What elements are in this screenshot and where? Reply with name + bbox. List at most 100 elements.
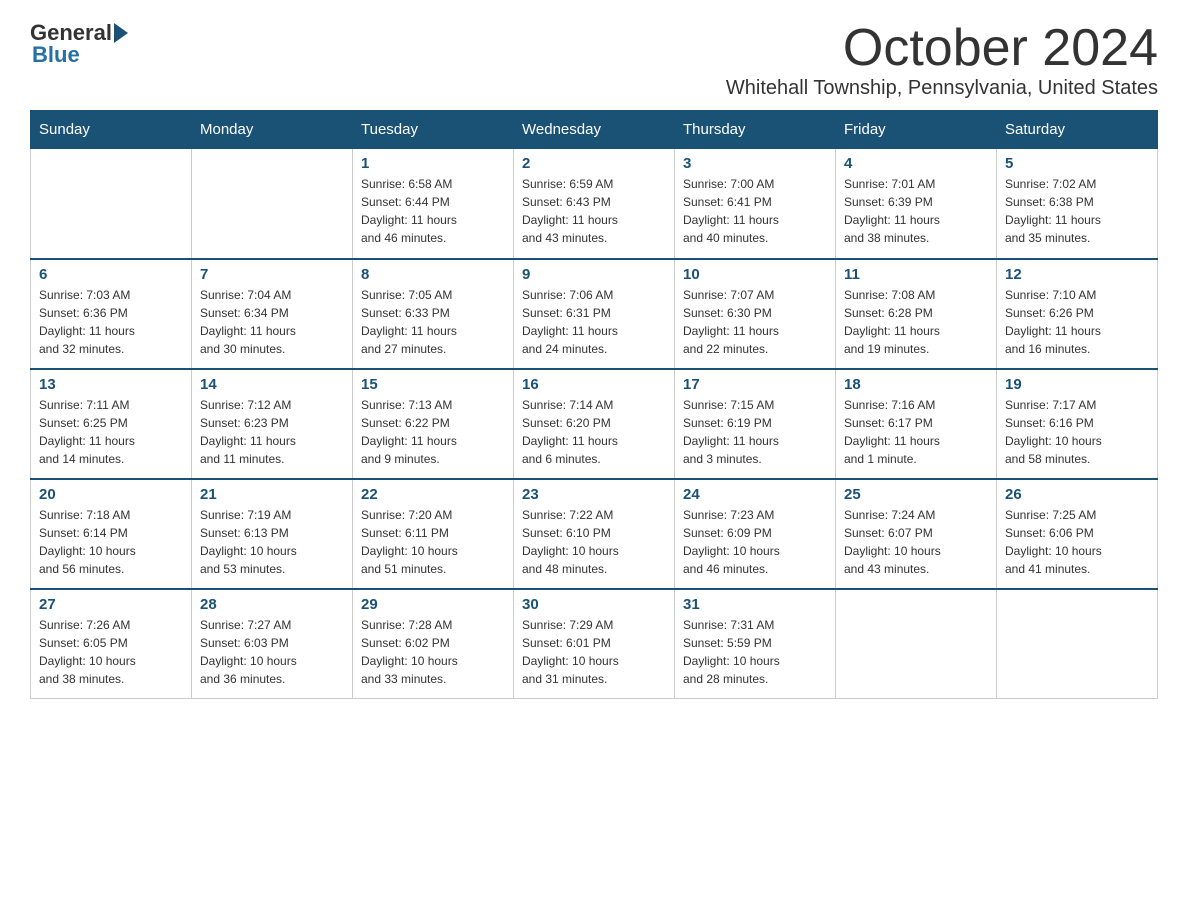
day-number: 19 bbox=[1005, 376, 1149, 393]
day-number: 5 bbox=[1005, 155, 1149, 172]
calendar-cell: 10Sunrise: 7:07 AMSunset: 6:30 PMDayligh… bbox=[675, 259, 836, 369]
calendar-week-row: 20 Sunrise: 7:18 AMSunset: 6:14 PMDayligh… bbox=[31, 479, 1158, 589]
page-header: General Blue October 2024 Whitehall Town… bbox=[30, 20, 1158, 100]
day-info: Sunrise: 7:16 AMSunset: 6:17 PMDaylight:… bbox=[844, 396, 988, 468]
calendar-cell: 25 Sunrise: 7:24 AMSunset: 6:07 PMDayligh… bbox=[836, 479, 997, 589]
calendar-cell: 6 Sunrise: 7:03 AMSunset: 6:36 PMDaylight… bbox=[31, 259, 192, 369]
calendar-cell: 19 Sunrise: 7:17 AMSunset: 6:16 PMDayligh… bbox=[997, 369, 1158, 479]
calendar-cell: 24 Sunrise: 7:23 AMSunset: 6:09 PMDayligh… bbox=[675, 479, 836, 589]
day-info: Sunrise: 7:23 AMSunset: 6:09 PMDaylight:… bbox=[683, 506, 827, 578]
day-number: 3 bbox=[683, 155, 827, 172]
day-info: Sunrise: 7:13 AMSunset: 6:22 PMDaylight:… bbox=[361, 396, 505, 468]
calendar-cell: 5Sunrise: 7:02 AMSunset: 6:38 PMDaylight… bbox=[997, 149, 1158, 259]
calendar-cell bbox=[192, 149, 353, 259]
calendar-cell: 17 Sunrise: 7:15 AMSunset: 6:19 PMDayligh… bbox=[675, 369, 836, 479]
day-number: 11 bbox=[844, 266, 988, 283]
day-number: 2 bbox=[522, 155, 666, 172]
title-block: October 2024 Whitehall Township, Pennsyl… bbox=[726, 20, 1158, 100]
calendar-cell: 30Sunrise: 7:29 AMSunset: 6:01 PMDayligh… bbox=[514, 589, 675, 699]
day-number: 4 bbox=[844, 155, 988, 172]
calendar-cell: 18 Sunrise: 7:16 AMSunset: 6:17 PMDayligh… bbox=[836, 369, 997, 479]
day-number: 23 bbox=[522, 486, 666, 503]
calendar-cell: 20 Sunrise: 7:18 AMSunset: 6:14 PMDayligh… bbox=[31, 479, 192, 589]
weekday-header-sunday: Sunday bbox=[31, 111, 192, 149]
day-info: Sunrise: 7:12 AMSunset: 6:23 PMDaylight:… bbox=[200, 396, 344, 468]
day-info: Sunrise: 7:11 AMSunset: 6:25 PMDaylight:… bbox=[39, 396, 183, 468]
day-number: 16 bbox=[522, 376, 666, 393]
day-number: 21 bbox=[200, 486, 344, 503]
calendar-cell: 31 Sunrise: 7:31 AMSunset: 5:59 PMDayligh… bbox=[675, 589, 836, 699]
calendar-week-row: 27Sunrise: 7:26 AMSunset: 6:05 PMDayligh… bbox=[31, 589, 1158, 699]
day-info: Sunrise: 7:31 AMSunset: 5:59 PMDaylight:… bbox=[683, 616, 827, 688]
calendar-cell: 26 Sunrise: 7:25 AMSunset: 6:06 PMDayligh… bbox=[997, 479, 1158, 589]
day-info: Sunrise: 7:06 AMSunset: 6:31 PMDaylight:… bbox=[522, 286, 666, 358]
calendar-cell: 4 Sunrise: 7:01 AMSunset: 6:39 PMDaylight… bbox=[836, 149, 997, 259]
calendar-cell: 9 Sunrise: 7:06 AMSunset: 6:31 PMDaylight… bbox=[514, 259, 675, 369]
weekday-header-saturday: Saturday bbox=[997, 111, 1158, 149]
calendar-cell: 1 Sunrise: 6:58 AMSunset: 6:44 PMDaylight… bbox=[353, 149, 514, 259]
day-number: 14 bbox=[200, 376, 344, 393]
day-number: 8 bbox=[361, 266, 505, 283]
day-info: Sunrise: 7:19 AMSunset: 6:13 PMDaylight:… bbox=[200, 506, 344, 578]
calendar-cell bbox=[836, 589, 997, 699]
day-number: 6 bbox=[39, 266, 183, 283]
day-number: 31 bbox=[683, 596, 827, 613]
weekday-header-row: SundayMondayTuesdayWednesdayThursdayFrid… bbox=[31, 111, 1158, 149]
day-info: Sunrise: 7:27 AMSunset: 6:03 PMDaylight:… bbox=[200, 616, 344, 688]
calendar-cell: 14 Sunrise: 7:12 AMSunset: 6:23 PMDayligh… bbox=[192, 369, 353, 479]
day-info: Sunrise: 7:17 AMSunset: 6:16 PMDaylight:… bbox=[1005, 396, 1149, 468]
day-info: Sunrise: 7:25 AMSunset: 6:06 PMDaylight:… bbox=[1005, 506, 1149, 578]
day-info: Sunrise: 7:10 AMSunset: 6:26 PMDaylight:… bbox=[1005, 286, 1149, 358]
calendar-cell: 23Sunrise: 7:22 AMSunset: 6:10 PMDayligh… bbox=[514, 479, 675, 589]
day-number: 26 bbox=[1005, 486, 1149, 503]
day-number: 20 bbox=[39, 486, 183, 503]
calendar-table: SundayMondayTuesdayWednesdayThursdayFrid… bbox=[30, 110, 1158, 699]
day-number: 18 bbox=[844, 376, 988, 393]
day-number: 29 bbox=[361, 596, 505, 613]
calendar-cell bbox=[997, 589, 1158, 699]
location-title: Whitehall Township, Pennsylvania, United… bbox=[726, 77, 1158, 100]
day-info: Sunrise: 6:59 AMSunset: 6:43 PMDaylight:… bbox=[522, 175, 666, 247]
calendar-week-row: 6 Sunrise: 7:03 AMSunset: 6:36 PMDaylight… bbox=[31, 259, 1158, 369]
day-info: Sunrise: 6:58 AMSunset: 6:44 PMDaylight:… bbox=[361, 175, 505, 247]
day-info: Sunrise: 7:04 AMSunset: 6:34 PMDaylight:… bbox=[200, 286, 344, 358]
day-info: Sunrise: 7:03 AMSunset: 6:36 PMDaylight:… bbox=[39, 286, 183, 358]
day-info: Sunrise: 7:05 AMSunset: 6:33 PMDaylight:… bbox=[361, 286, 505, 358]
calendar-cell: 29Sunrise: 7:28 AMSunset: 6:02 PMDayligh… bbox=[353, 589, 514, 699]
logo: General Blue bbox=[30, 20, 130, 68]
day-number: 7 bbox=[200, 266, 344, 283]
logo-blue-text: Blue bbox=[32, 42, 80, 68]
calendar-cell: 27Sunrise: 7:26 AMSunset: 6:05 PMDayligh… bbox=[31, 589, 192, 699]
weekday-header-tuesday: Tuesday bbox=[353, 111, 514, 149]
calendar-cell: 13Sunrise: 7:11 AMSunset: 6:25 PMDayligh… bbox=[31, 369, 192, 479]
day-info: Sunrise: 7:20 AMSunset: 6:11 PMDaylight:… bbox=[361, 506, 505, 578]
calendar-cell: 3Sunrise: 7:00 AMSunset: 6:41 PMDaylight… bbox=[675, 149, 836, 259]
day-number: 12 bbox=[1005, 266, 1149, 283]
month-title: October 2024 bbox=[726, 20, 1158, 77]
day-info: Sunrise: 7:01 AMSunset: 6:39 PMDaylight:… bbox=[844, 175, 988, 247]
calendar-cell: 28 Sunrise: 7:27 AMSunset: 6:03 PMDayligh… bbox=[192, 589, 353, 699]
day-info: Sunrise: 7:15 AMSunset: 6:19 PMDaylight:… bbox=[683, 396, 827, 468]
calendar-cell: 12 Sunrise: 7:10 AMSunset: 6:26 PMDayligh… bbox=[997, 259, 1158, 369]
calendar-cell: 16 Sunrise: 7:14 AMSunset: 6:20 PMDayligh… bbox=[514, 369, 675, 479]
calendar-week-row: 1 Sunrise: 6:58 AMSunset: 6:44 PMDaylight… bbox=[31, 149, 1158, 259]
day-number: 28 bbox=[200, 596, 344, 613]
day-number: 24 bbox=[683, 486, 827, 503]
calendar-cell: 22Sunrise: 7:20 AMSunset: 6:11 PMDayligh… bbox=[353, 479, 514, 589]
day-number: 30 bbox=[522, 596, 666, 613]
weekday-header-thursday: Thursday bbox=[675, 111, 836, 149]
day-number: 17 bbox=[683, 376, 827, 393]
weekday-header-monday: Monday bbox=[192, 111, 353, 149]
calendar-week-row: 13Sunrise: 7:11 AMSunset: 6:25 PMDayligh… bbox=[31, 369, 1158, 479]
day-info: Sunrise: 7:24 AMSunset: 6:07 PMDaylight:… bbox=[844, 506, 988, 578]
day-number: 9 bbox=[522, 266, 666, 283]
calendar-cell: 15Sunrise: 7:13 AMSunset: 6:22 PMDayligh… bbox=[353, 369, 514, 479]
day-info: Sunrise: 7:14 AMSunset: 6:20 PMDaylight:… bbox=[522, 396, 666, 468]
day-info: Sunrise: 7:18 AMSunset: 6:14 PMDaylight:… bbox=[39, 506, 183, 578]
day-number: 25 bbox=[844, 486, 988, 503]
day-info: Sunrise: 7:07 AMSunset: 6:30 PMDaylight:… bbox=[683, 286, 827, 358]
day-info: Sunrise: 7:26 AMSunset: 6:05 PMDaylight:… bbox=[39, 616, 183, 688]
calendar-cell: 21 Sunrise: 7:19 AMSunset: 6:13 PMDayligh… bbox=[192, 479, 353, 589]
calendar-cell: 11Sunrise: 7:08 AMSunset: 6:28 PMDayligh… bbox=[836, 259, 997, 369]
day-number: 1 bbox=[361, 155, 505, 172]
